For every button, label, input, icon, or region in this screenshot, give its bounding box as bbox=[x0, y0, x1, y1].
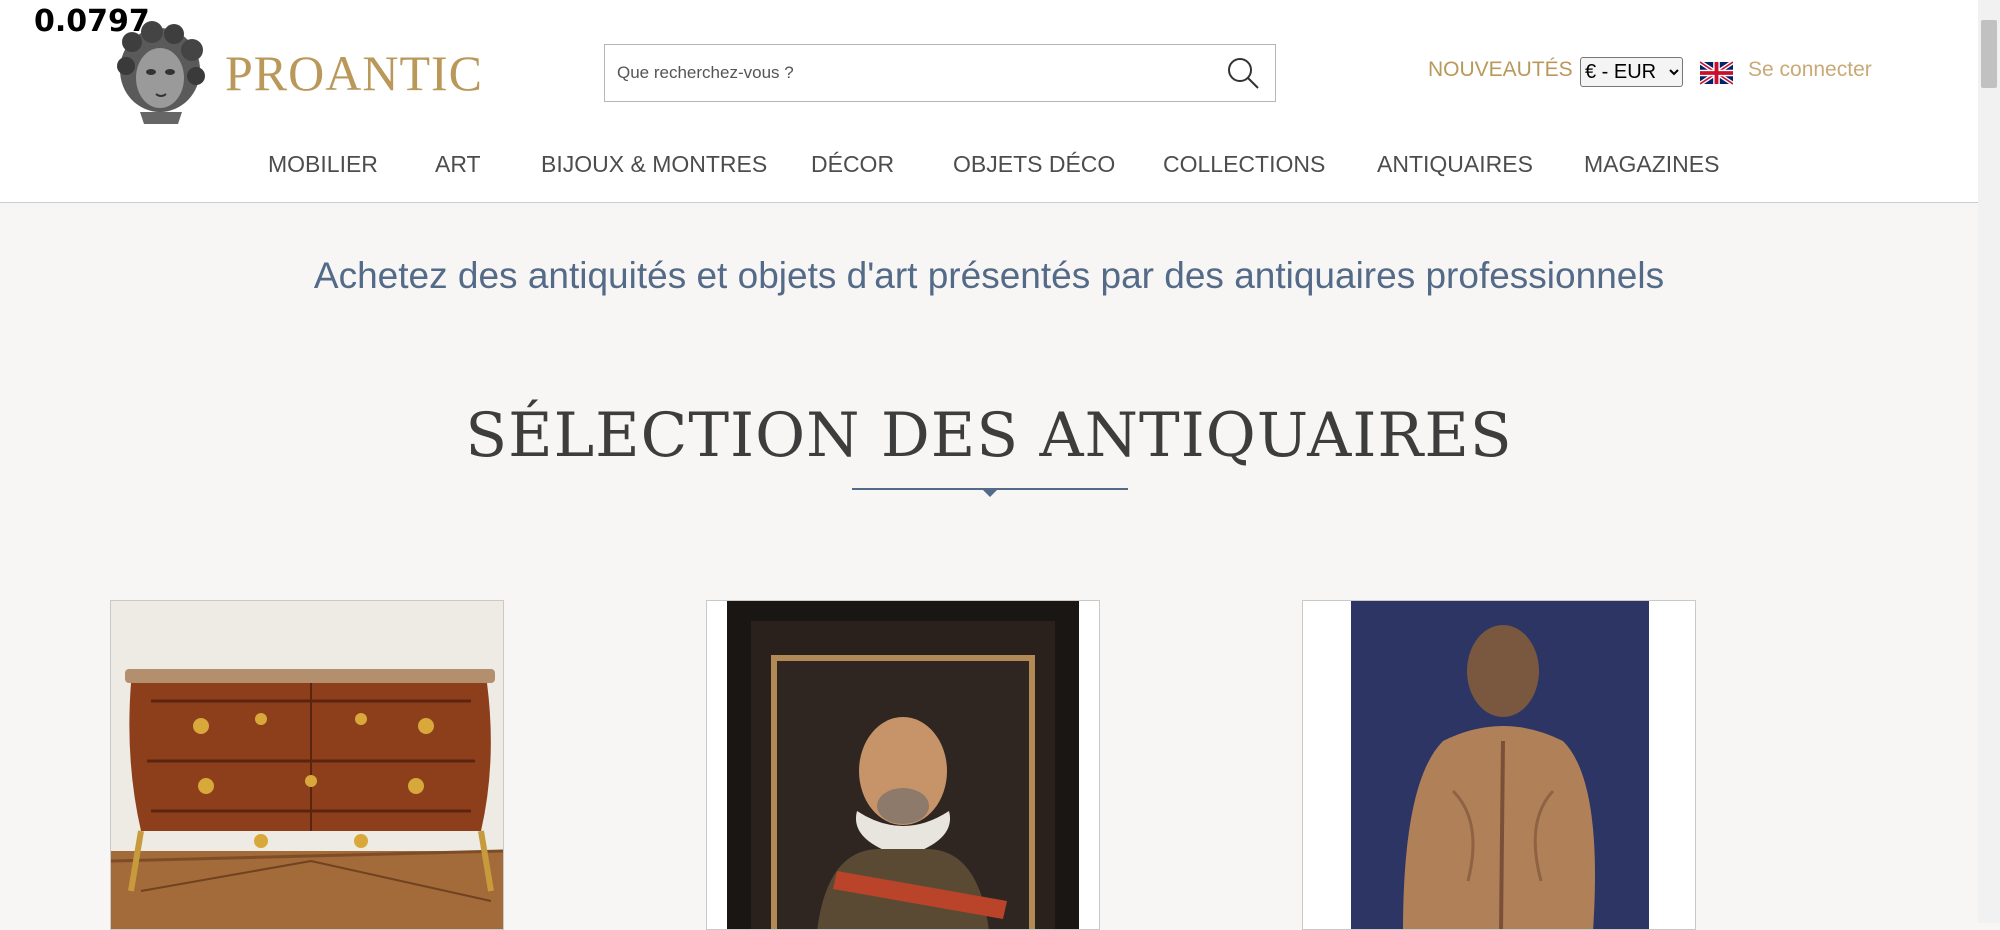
new-arrivals-link[interactable]: NOUVEAUTÉS bbox=[1428, 58, 1573, 82]
portrait-painting-image[interactable] bbox=[707, 601, 1100, 930]
section-title: SÉLECTION DES ANTIQUAIRES bbox=[465, 400, 1513, 471]
nude-painting-image[interactable] bbox=[1303, 601, 1696, 930]
nav-item-art[interactable]: ART bbox=[435, 151, 481, 178]
search-box bbox=[604, 44, 1276, 102]
product-card-portrait[interactable] bbox=[706, 600, 1100, 930]
site-header: PROANTIC NOUVEAUTÉS € - EUR Se connecter… bbox=[0, 0, 1978, 203]
search-input[interactable] bbox=[605, 45, 1205, 101]
scrollbar-thumb[interactable] bbox=[1981, 20, 1997, 88]
page-scrollbar[interactable] bbox=[1978, 0, 2000, 923]
product-card-commode[interactable] bbox=[110, 600, 504, 930]
login-link[interactable]: Se connecter bbox=[1748, 58, 1872, 82]
nav-item-decor[interactable]: DÉCOR bbox=[811, 151, 894, 178]
nav-item-magazines[interactable]: MAGAZINES bbox=[1584, 151, 1719, 178]
site-tagline: Achetez des antiquités et objets d'art p… bbox=[313, 255, 1665, 296]
nav-item-collections[interactable]: COLLECTIONS bbox=[1163, 151, 1325, 178]
currency-select[interactable]: € - EUR bbox=[1580, 57, 1683, 87]
product-card-nude-painting[interactable] bbox=[1302, 600, 1696, 930]
commode-image[interactable] bbox=[111, 601, 504, 930]
score-overlay: 0.0797 bbox=[34, 4, 150, 39]
search-icon[interactable] bbox=[1225, 55, 1261, 91]
section-divider bbox=[852, 488, 1128, 497]
brand-logo-text[interactable]: PROANTIC bbox=[225, 44, 483, 102]
nav-item-objets-deco[interactable]: OBJETS DÉCO bbox=[953, 151, 1115, 178]
nav-item-antiquaires[interactable]: ANTIQUAIRES bbox=[1377, 151, 1533, 178]
uk-flag-icon[interactable] bbox=[1700, 61, 1733, 85]
nav-item-mobilier[interactable]: MOBILIER bbox=[268, 151, 378, 178]
nav-item-bijoux-montres[interactable]: BIJOUX & MONTRES bbox=[541, 151, 767, 178]
main-nav: MOBILIER ART BIJOUX & MONTRES DÉCOR OBJE… bbox=[0, 145, 1978, 185]
